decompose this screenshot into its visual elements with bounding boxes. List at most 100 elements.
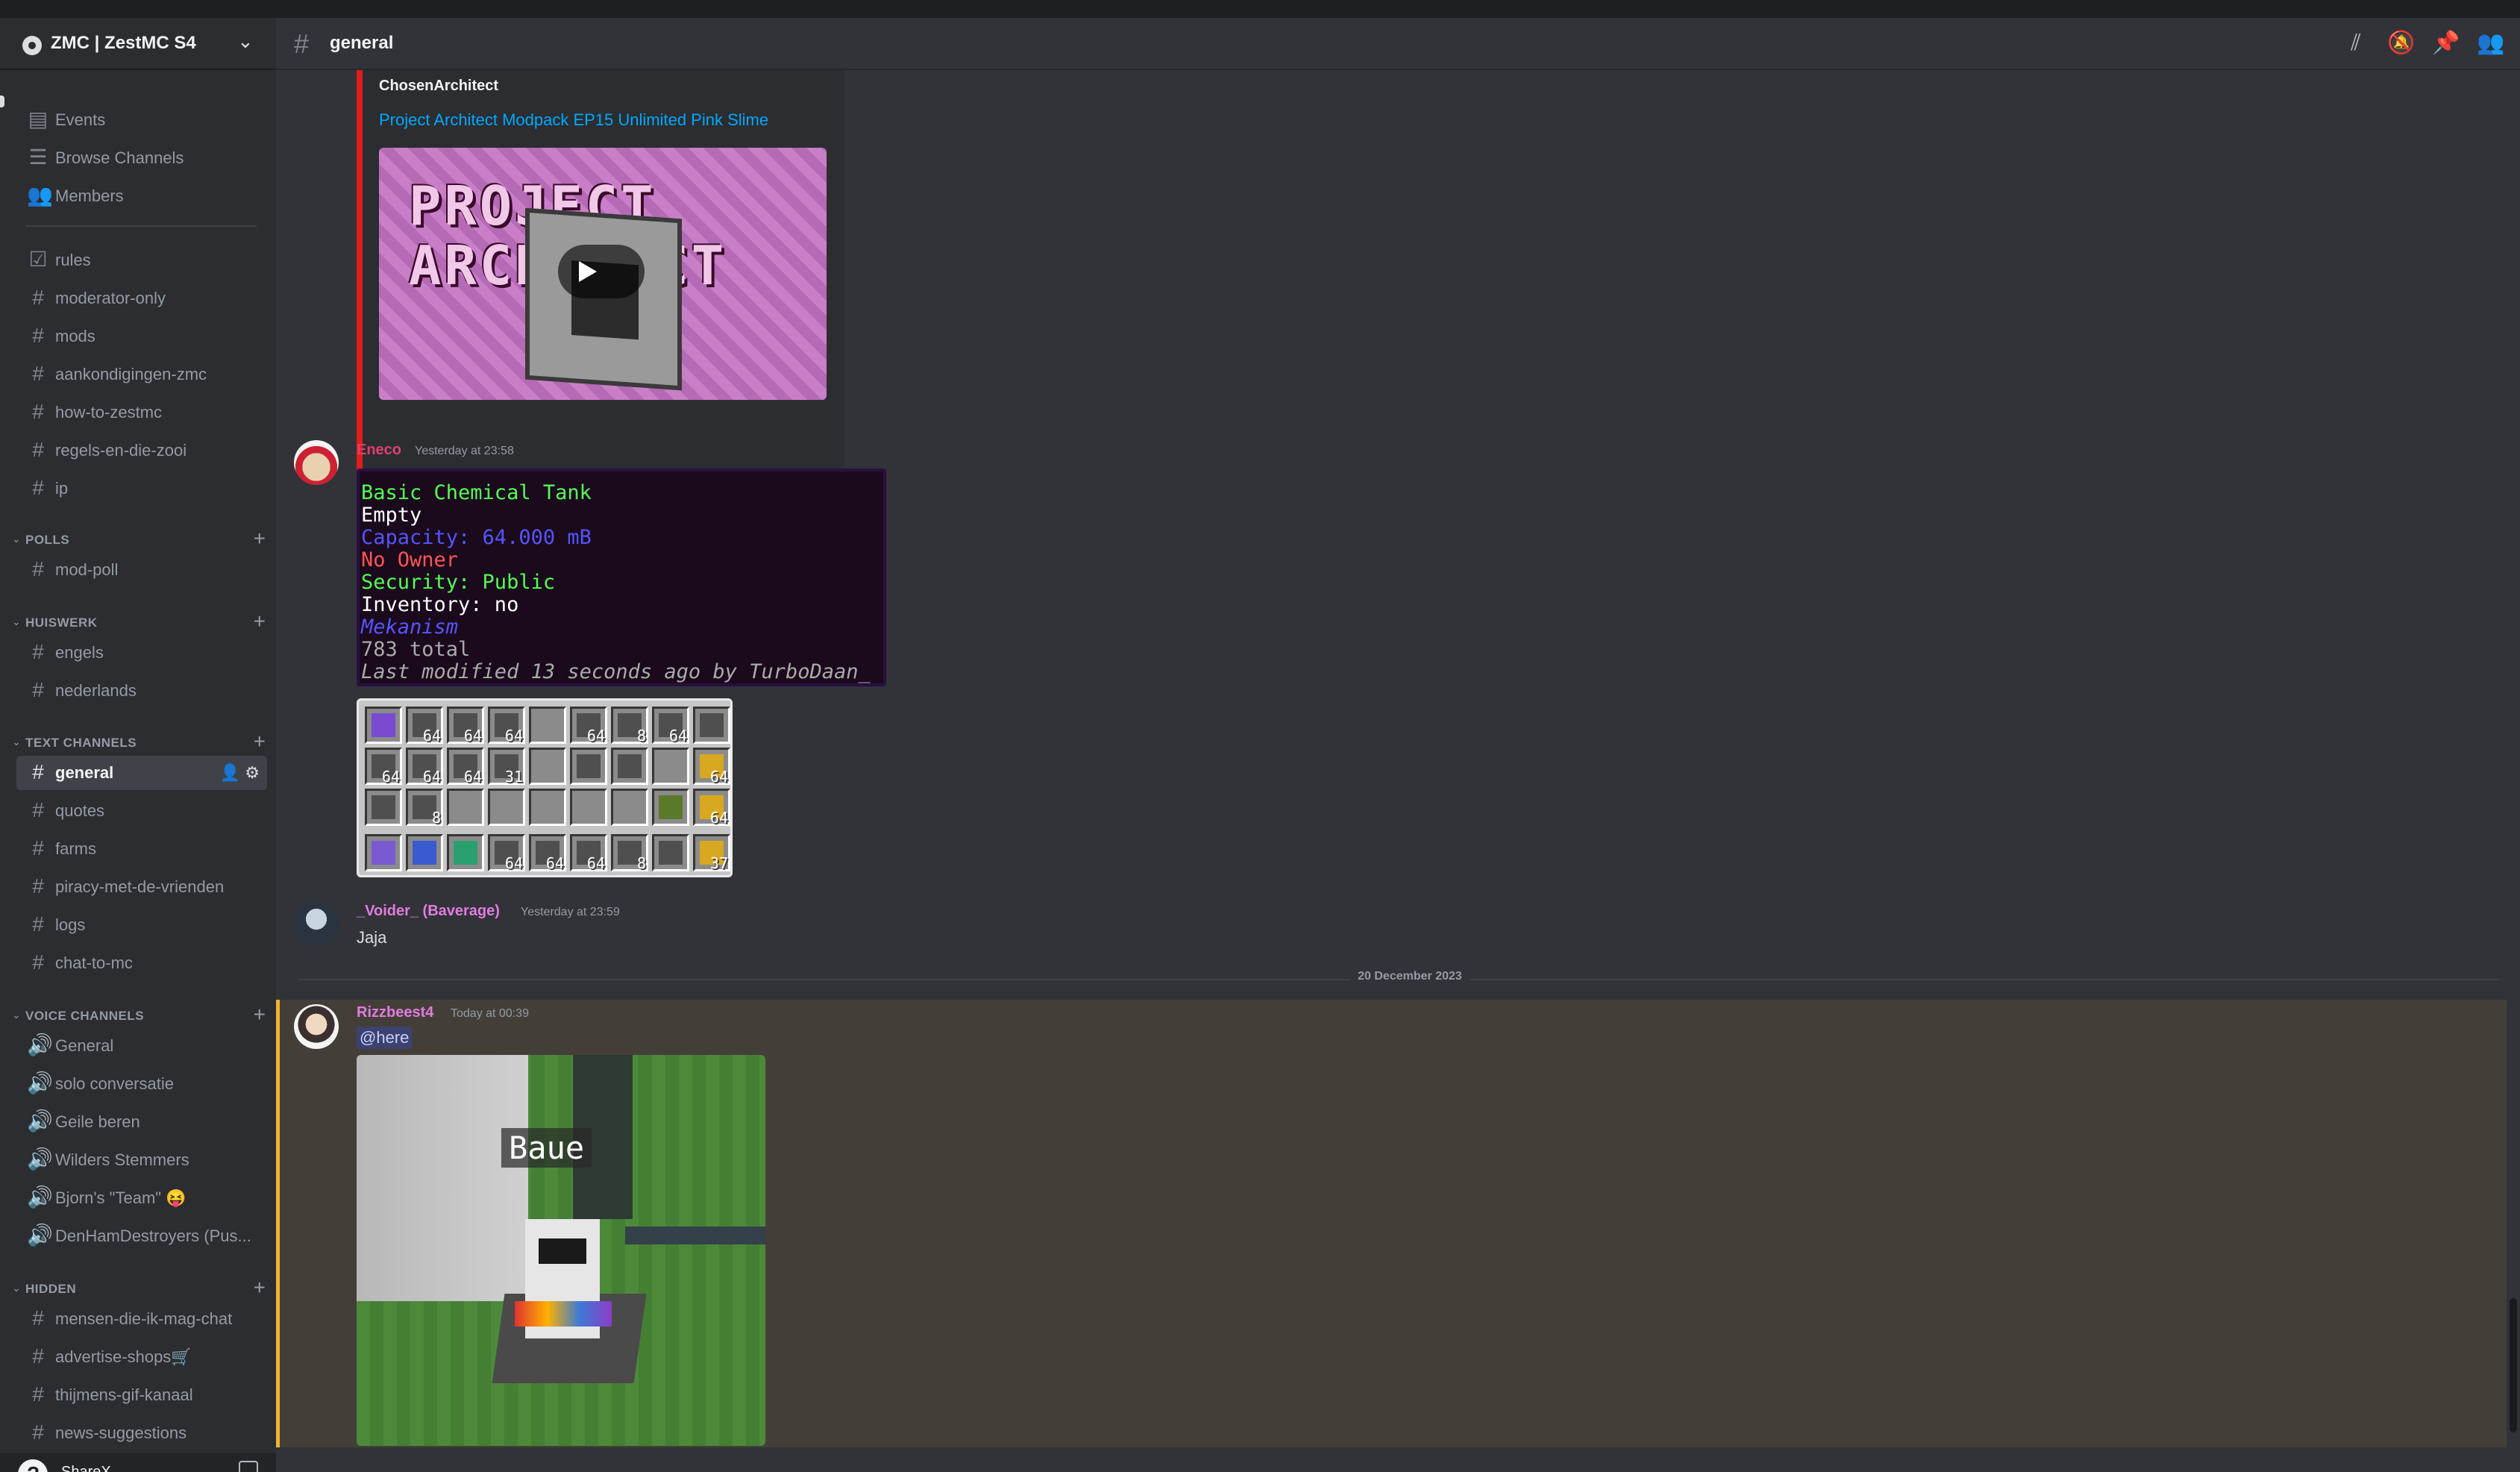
sidebar-item-farms[interactable]: # farms	[16, 832, 267, 866]
sidebar-item-piracy-met-de-vrienden[interactable]: # piracy-met-de-vrienden	[16, 870, 267, 904]
category-huiswerk[interactable]: ⌄ HUISWERK +	[12, 610, 266, 635]
message-author[interactable]: _Voider_ (Baverage)	[357, 903, 500, 920]
inventory-slot	[365, 707, 402, 744]
channel-label: Bjorn's "Team" 😝	[55, 1188, 187, 1207]
attachment-image[interactable]: Baue	[357, 1055, 765, 1446]
sidebar-item-voice-4[interactable]: 🔊 Bjorn's "Team" 😝	[16, 1181, 267, 1215]
channel-label: Wilders Stemmers	[55, 1150, 189, 1169]
inventory-item-icon	[659, 841, 683, 865]
message-author[interactable]: Eneco	[357, 442, 401, 459]
sidebar-item-nederlands[interactable]: # nederlands	[16, 674, 267, 708]
hash-icon: #	[32, 438, 44, 461]
sidebar-item-members[interactable]: 👥 Members	[16, 179, 267, 213]
sidebar-item-events[interactable]: ▤ Events	[16, 103, 267, 137]
attachment-image[interactable]: 64 64 64 64 8 64 64 64 64 31 64 8 64 64 64 64 8 37	[357, 698, 733, 877]
hash-icon: #	[32, 1306, 44, 1330]
channel-title: general	[330, 33, 394, 53]
here-mention[interactable]: @here	[357, 1027, 413, 1049]
hash-icon: #	[32, 836, 44, 859]
sidebar-item-browse-channels[interactable]: ☰ Browse Channels	[16, 141, 267, 175]
threads-icon[interactable]: ⫽	[2342, 30, 2369, 57]
item-count: 8	[636, 727, 646, 745]
user-panel: ShareX	[0, 1453, 276, 1472]
speaker-icon: 🔊	[27, 1033, 53, 1056]
sidebar-item-mod-poll[interactable]: # mod-poll	[16, 553, 267, 587]
hash-icon: #	[32, 912, 44, 936]
sidebar-item-regels-en-die-zooi[interactable]: # regels-en-die-zooi	[16, 433, 267, 468]
item-count: 8	[636, 854, 646, 872]
sidebar-item-logs[interactable]: # logs	[16, 908, 267, 942]
sidebar-item-general[interactable]: # general 👤 ⚙	[16, 756, 267, 790]
attachment-image[interactable]: Basic Chemical Tank Empty Capacity: 64.000…	[357, 469, 886, 686]
sidebar-item-engels[interactable]: # engels	[16, 636, 267, 670]
inventory-slot: 64	[406, 707, 443, 745]
chevron-down-icon: ⌄	[12, 1282, 21, 1294]
sidebar-item-how-to-zestmc[interactable]: # how-to-zestmc	[16, 395, 267, 430]
category-hidden[interactable]: ⌄ HIDDEN +	[12, 1276, 266, 1301]
inventory-slot: 8	[611, 707, 648, 745]
add-channel-icon[interactable]: +	[254, 527, 266, 551]
sidebar-item-mods[interactable]: # mods	[16, 319, 267, 354]
embed-video-thumbnail[interactable]: PROJECT ARCHITECT	[379, 148, 827, 400]
sidebar-item-quotes[interactable]: # quotes	[16, 794, 267, 828]
notifications-muted-icon[interactable]: 🔕	[2387, 30, 2415, 57]
inventory-slot: 64	[447, 748, 484, 786]
screen-share-icon[interactable]	[239, 1461, 258, 1472]
sidebar-item-voice-2[interactable]: 🔊 Geile beren	[16, 1105, 267, 1139]
inventory-slot: 64	[652, 707, 689, 745]
category-voice[interactable]: ⌄ VOICE CHANNELS +	[12, 1003, 266, 1028]
chevron-down-icon: ⌄	[12, 533, 21, 545]
hash-icon: #	[32, 760, 44, 783]
add-channel-icon[interactable]: +	[254, 1003, 266, 1027]
channel-label: General	[55, 1036, 114, 1055]
sidebar-item-hidden-2[interactable]: # thijmens-gif-kanaal	[16, 1378, 267, 1412]
avatar[interactable]	[294, 901, 339, 946]
sidebar-item-moderator-only[interactable]: # moderator-only	[16, 281, 267, 316]
sidebar-item-voice-1[interactable]: 🔊 solo conversatie	[16, 1067, 267, 1101]
sidebar-item-voice-0[interactable]: 🔊 General	[16, 1029, 267, 1063]
embed-title-link[interactable]: Project Architect Modpack EP15 Unlimited…	[379, 110, 768, 130]
play-button-icon[interactable]	[558, 245, 645, 298]
add-channel-icon[interactable]: +	[254, 730, 266, 754]
inventory-slot	[693, 707, 730, 744]
category-text[interactable]: ⌄ TEXT CHANNELS +	[12, 730, 266, 755]
sidebar-item-aankondigingen-zmc[interactable]: # aankondigingen-zmc	[16, 357, 267, 392]
hash-icon: #	[32, 798, 44, 821]
sidebar-item-voice-5[interactable]: 🔊 DenHamDestroyers (Pus...	[16, 1219, 267, 1253]
message-author[interactable]: Rizzbeest4	[357, 1004, 433, 1021]
sidebar-item-ip[interactable]: # ip	[16, 472, 267, 506]
chevron-down-icon: ⌄	[12, 736, 21, 748]
embed-author[interactable]: ChosenArchitect	[379, 78, 498, 95]
channel-label: chat-to-mc	[55, 953, 133, 972]
category-polls[interactable]: ⌄ POLLS +	[12, 527, 266, 552]
member-list-icon[interactable]: 👥	[2477, 30, 2504, 57]
inventory-item-icon	[372, 795, 395, 819]
category-name: POLLS	[25, 533, 70, 547]
category-name: VOICE CHANNELS	[25, 1009, 145, 1023]
avatar[interactable]	[294, 1004, 339, 1049]
sidebar-item-hidden-1[interactable]: # advertise-shops🛒	[16, 1340, 267, 1374]
sidebar-item-chat-to-mc[interactable]: # chat-to-mc	[16, 946, 267, 980]
sidebar-item-hidden-0[interactable]: # mensen-die-ik-mag-chat	[16, 1302, 267, 1336]
inventory-slot: 64	[488, 707, 525, 745]
inventory-item-icon	[577, 754, 601, 778]
tooltip-line: No Owner	[361, 548, 459, 571]
server-header[interactable]: ZMC | ZestMC S4 ⌄	[0, 18, 276, 70]
sidebar-item-rules[interactable]: ☑ rules	[16, 243, 267, 278]
pinned-messages-icon[interactable]: 📌	[2432, 30, 2460, 57]
tooltip-line: Basic Chemical Tank	[361, 481, 592, 504]
item-count: 64	[504, 727, 523, 745]
sidebar-item-hidden-3[interactable]: # news-suggestions	[16, 1416, 267, 1450]
item-count: 64	[586, 854, 605, 872]
inventory-item-icon	[372, 713, 395, 737]
add-channel-icon[interactable]: +	[254, 610, 266, 633]
avatar[interactable]	[294, 440, 339, 485]
sidebar-item-voice-3[interactable]: 🔊 Wilders Stemmers	[16, 1143, 267, 1177]
inventory-slot	[406, 834, 443, 871]
user-avatar[interactable]	[18, 1459, 48, 1472]
item-count: 64	[504, 854, 523, 872]
add-channel-icon[interactable]: +	[254, 1276, 266, 1300]
inventory-item-icon	[700, 713, 724, 737]
message-scrollbar[interactable]	[2510, 1298, 2517, 1432]
channel-settings-icon[interactable]: 👤 ⚙	[220, 763, 260, 783]
